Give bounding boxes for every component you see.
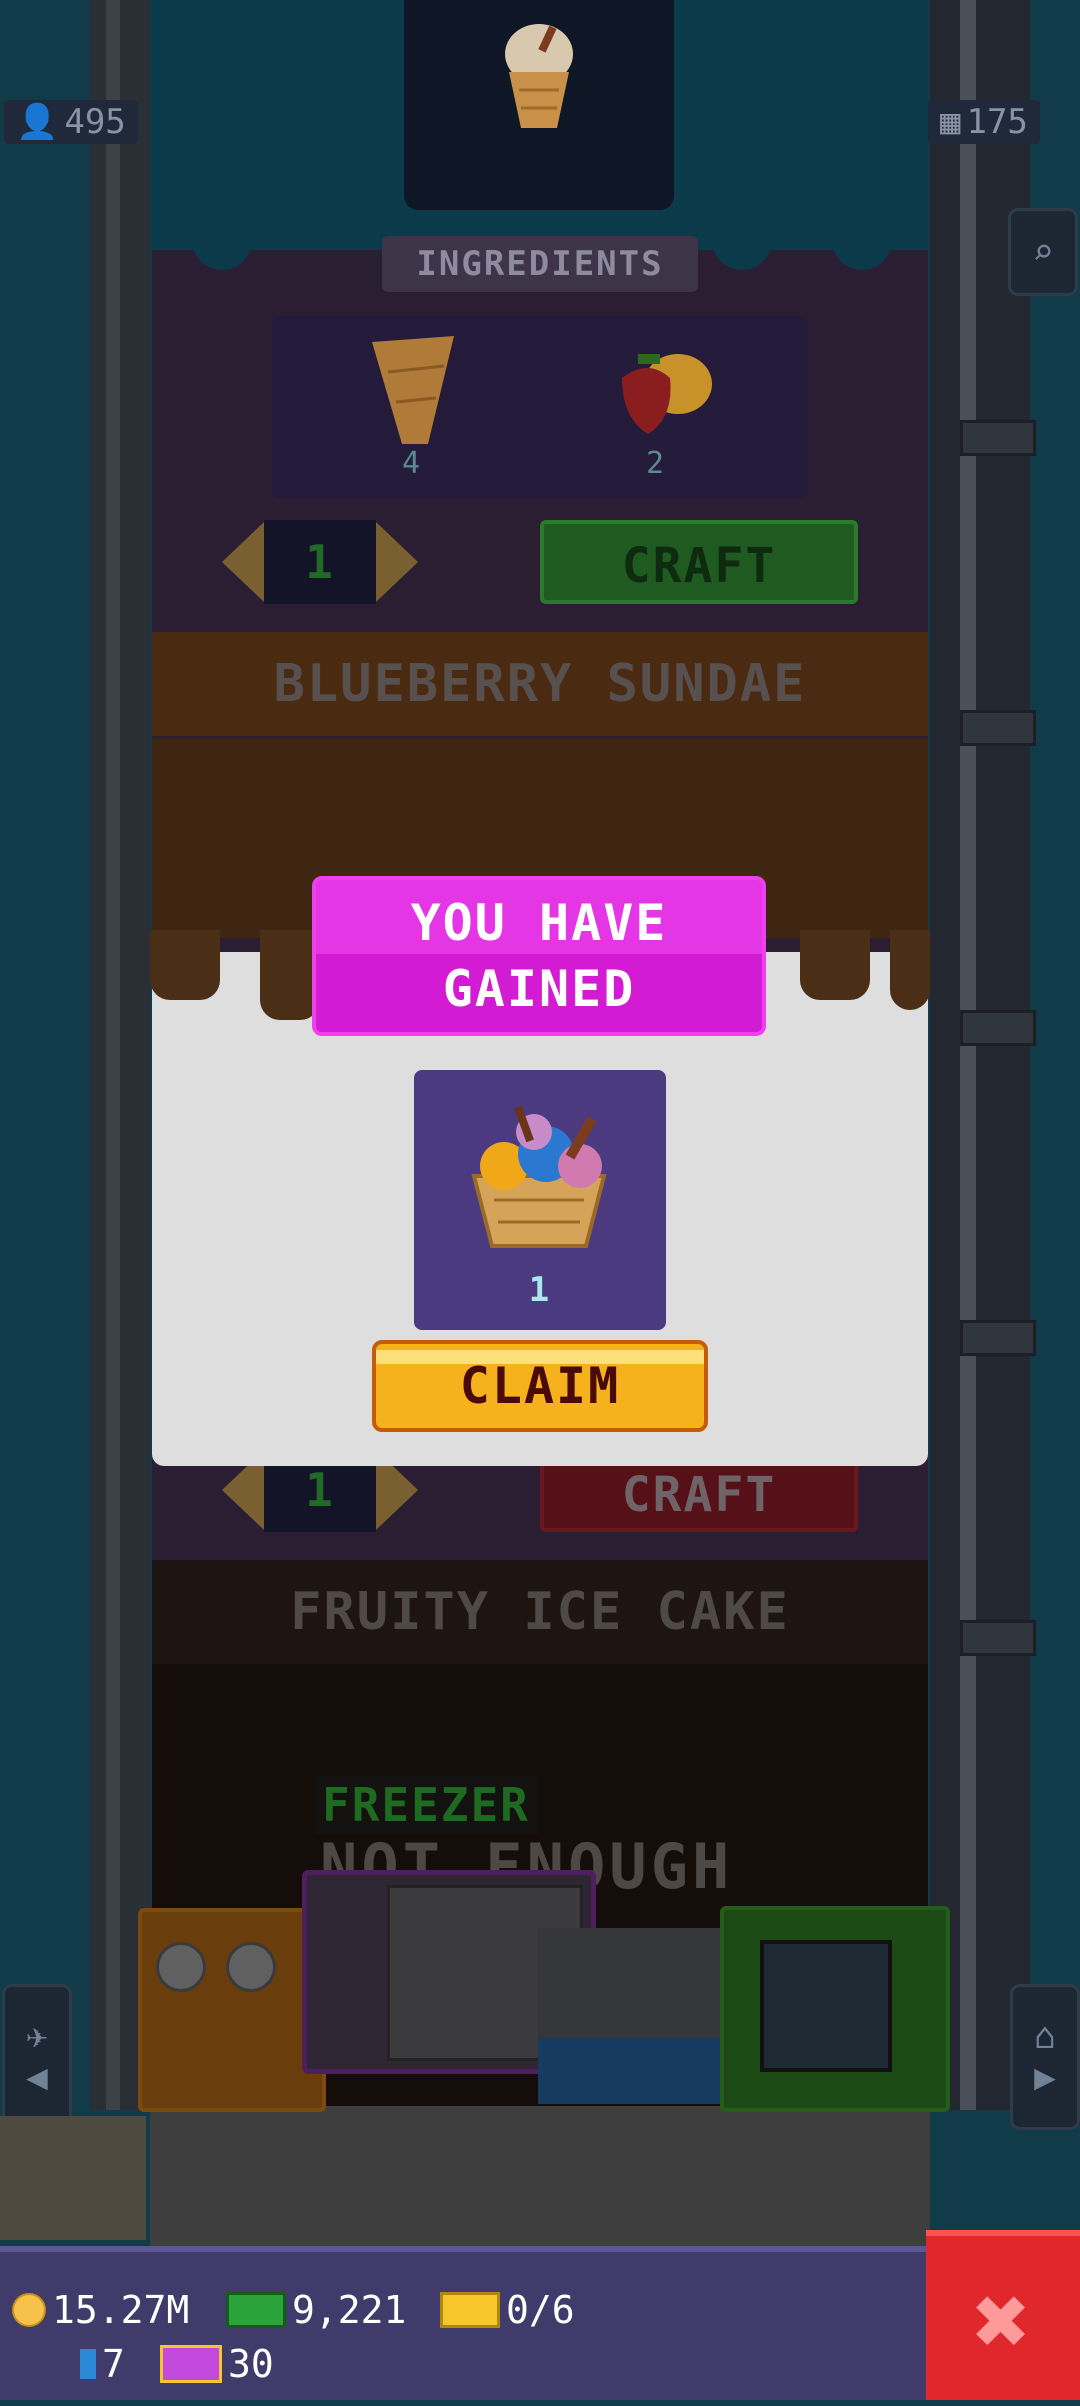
coin-icon (12, 2293, 46, 2327)
tower-rung (960, 420, 1036, 456)
gem-icon (80, 2349, 96, 2379)
recipe-title: FRUITY ICE CAKE (152, 1560, 928, 1664)
cash-display[interactable]: 9,221 (226, 2288, 406, 2332)
reward-count: 1 (528, 1270, 552, 1310)
floors-count: 175 (966, 102, 1028, 142)
coins-display[interactable]: 15.27M (12, 2288, 189, 2332)
chevron-right-icon: ▶ (1034, 2057, 1056, 2098)
tickets-display[interactable]: 0/6 (440, 2288, 575, 2332)
home-icon: ⌂ (1034, 2016, 1056, 2057)
home-button[interactable]: ⌂ ▶ (1010, 1984, 1080, 2130)
coins-value: 15.27M (52, 2288, 190, 2332)
reward-item-card: 1 (414, 1070, 666, 1330)
tower-left-wall (90, 0, 150, 2110)
quantity-stepper: 1 (222, 520, 418, 604)
bux-icon (160, 2345, 222, 2383)
modal-title-line2: GAINED (442, 960, 636, 1018)
chevron-left-icon: ◀ (26, 2057, 48, 2098)
modal-title-banner: YOU HAVE GAINED (312, 876, 766, 1036)
display-case[interactable] (538, 1928, 728, 2104)
claim-label: CLAIM (459, 1357, 621, 1415)
fruit-icon (622, 354, 712, 434)
bux-display[interactable]: 30 (160, 2342, 274, 2386)
gems-display[interactable]: 7 (80, 2342, 125, 2386)
freezer-label: FREEZER (314, 1776, 538, 1834)
craft-button[interactable]: CRAFT (540, 520, 858, 604)
tower-rung (960, 1620, 1036, 1656)
green-machine[interactable] (720, 1906, 950, 2112)
elevator-button[interactable]: ✈ ◀ (2, 1984, 72, 2130)
close-button[interactable]: ✖ (926, 2230, 1080, 2400)
recipe-result-slot (404, 0, 674, 210)
resource-bar: 15.27M 9,221 0/6 7 30 (0, 2246, 926, 2400)
search-icon: ⌕ (1032, 231, 1054, 273)
fruit-count: 2 (646, 446, 665, 481)
ice-cream-icon (505, 24, 573, 128)
ingredients-box: 4 2 (272, 316, 808, 498)
search-button[interactable]: ⌕ (1008, 208, 1078, 296)
tower-rung (960, 710, 1036, 746)
increase-arrow-icon[interactable] (376, 522, 418, 602)
tower-rung (960, 1010, 1036, 1046)
tickets-value: 0/6 (506, 2288, 575, 2332)
ingredients-label: INGREDIENTS (382, 236, 698, 292)
gems-value: 7 (102, 2342, 125, 2386)
decrease-arrow-icon[interactable] (222, 522, 264, 602)
waffle-cone-icon (372, 336, 454, 444)
quantity-value: 1 (264, 520, 376, 604)
recipe-title: BLUEBERRY SUNDAE (152, 632, 928, 736)
floors-badge[interactable]: ▦ 175 (928, 100, 1040, 144)
population-count: 495 (64, 102, 126, 142)
close-icon: ✖ (973, 2265, 1033, 2377)
cash-value: 9,221 (292, 2288, 407, 2332)
tower-right-wall (930, 0, 1030, 2110)
blueberry-sundae-icon (471, 1105, 607, 1248)
cash-icon (226, 2292, 286, 2328)
population-badge[interactable]: 👤 495 (4, 100, 138, 144)
ticket-icon (440, 2292, 500, 2328)
tower-rung (960, 1320, 1036, 1356)
recipe-header (152, 0, 928, 270)
craft-button-disabled[interactable]: CRAFT (540, 1456, 858, 1532)
mixer-machine[interactable] (138, 1908, 326, 2112)
floor-ledge (0, 2116, 146, 2240)
claim-button[interactable]: CLAIM (372, 1340, 708, 1432)
bux-value: 30 (228, 2342, 274, 2386)
modal-title-line1: YOU HAVE (410, 894, 668, 952)
building-icon: ▦ (940, 102, 961, 142)
waffle-cone-count: 4 (402, 446, 421, 481)
person-icon: 👤 (16, 102, 59, 142)
elevator-icon: ✈ (26, 2016, 48, 2057)
shop-floor (150, 2106, 930, 2246)
